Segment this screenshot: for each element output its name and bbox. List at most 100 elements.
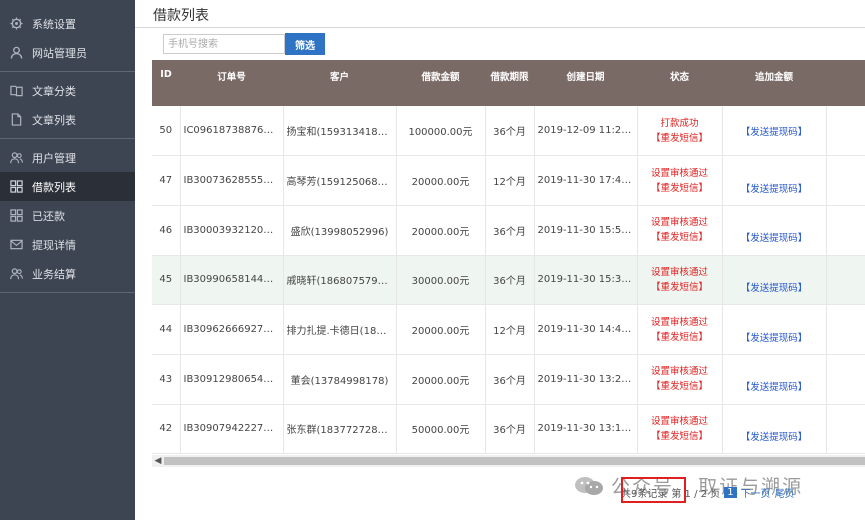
resend-sms-link[interactable]: 【重发短信】 xyxy=(641,330,719,345)
send-code-link[interactable]: 【发送提现码】 xyxy=(741,382,808,393)
send-code-link[interactable]: 【发送提现码】 xyxy=(741,283,808,294)
resend-sms-link[interactable]: 【重发短信】 xyxy=(641,429,719,444)
cell-order: IB30907942227193 xyxy=(180,404,284,455)
cell-op: 元 xyxy=(826,304,865,355)
sidebar-item-withdraw-details[interactable]: 提现详情 xyxy=(0,230,135,259)
gear-icon xyxy=(10,17,23,30)
sidebar-item-system-settings[interactable]: 系统设置 xyxy=(0,9,135,38)
send-code-link[interactable]: 【发送提现码】 xyxy=(741,432,808,443)
cell-status: 设置审核通过 【重发短信】 xyxy=(637,255,723,306)
search-input[interactable] xyxy=(163,34,285,54)
col-header-term: 借款期限 xyxy=(485,60,534,106)
cell-term: 12个月 xyxy=(485,155,535,206)
sidebar-item-label: 用户管理 xyxy=(32,151,76,165)
table-row: 47 IB30073628555888 高琴芳(15912506894) 200… xyxy=(152,155,865,206)
cell-extra: 【发送提现码】 xyxy=(722,255,827,306)
col-header-order: 订单号 xyxy=(180,60,283,106)
status-label: 设置审核通过 xyxy=(650,167,708,179)
cell-status: 设置审核通过 【重发短信】 xyxy=(637,304,723,355)
cell-id: 46 xyxy=(152,205,181,256)
send-code-link[interactable]: 【发送提现码】 xyxy=(741,127,808,138)
resend-sms-link[interactable]: 【重发短信】 xyxy=(641,181,719,196)
sidebar: 系统设置 网站管理员 文章分类 文章列表 用户管理 借款列表 已还款 提现详情 … xyxy=(0,0,135,520)
cell-extra: 【发送提现码】 xyxy=(722,205,827,256)
sidebar-item-label: 系统设置 xyxy=(32,17,76,31)
cell-customer: 董会(13784998178) xyxy=(283,354,397,405)
col-header-date: 创建日期 xyxy=(534,60,637,106)
wechat-icon xyxy=(575,476,603,495)
grid-icon xyxy=(10,209,23,222)
resend-sms-link[interactable]: 【重发短信】 xyxy=(641,280,719,295)
resend-sms-link[interactable]: 【重发短信】 xyxy=(641,131,719,146)
sidebar-item-settlement[interactable]: 业务结算 xyxy=(0,259,135,288)
cell-customer: 扬宝和(15931341891) xyxy=(283,106,397,157)
cell-order: IB30962666927230 xyxy=(180,304,284,355)
mail-icon xyxy=(10,238,23,251)
horizontal-scrollbar[interactable]: ◀ xyxy=(152,455,865,467)
sidebar-group-articles: 文章分类 文章列表 xyxy=(0,72,135,139)
table-row: 43 IB30912980654092 董会(13784998178) 2000… xyxy=(152,354,865,405)
sidebar-item-site-admin[interactable]: 网站管理员 xyxy=(0,38,135,67)
cell-customer: 张东群(18377272825) xyxy=(283,404,397,455)
sidebar-item-article-list[interactable]: 文章列表 xyxy=(0,105,135,134)
cell-date: 2019-12-09 11:24:33 xyxy=(534,106,638,157)
pager-next[interactable]: 下一页 xyxy=(741,485,771,500)
cell-date: 2019-11-30 15:53:13 xyxy=(534,205,638,256)
cell-customer: 高琴芳(15912506894) xyxy=(283,155,397,206)
sidebar-item-user-management[interactable]: 用户管理 xyxy=(0,143,135,172)
cell-amount: 100000.00元 xyxy=(396,106,486,157)
annotation-highlight-box xyxy=(621,477,686,503)
cell-order: IB30990658144133 xyxy=(180,255,284,306)
sidebar-item-label: 文章列表 xyxy=(32,113,76,127)
cell-term: 36个月 xyxy=(485,404,535,455)
send-code-link[interactable]: 【发送提现码】 xyxy=(741,233,808,244)
sidebar-item-label: 借款列表 xyxy=(32,180,76,194)
status-label: 设置审核通过 xyxy=(650,366,708,378)
cell-id: 44 xyxy=(152,304,181,355)
cell-id: 50 xyxy=(152,106,181,157)
cell-extra: 【发送提现码】 xyxy=(722,106,827,157)
col-header-extra: 追加金额 xyxy=(722,60,826,106)
col-header-status: 状态 xyxy=(637,60,722,106)
cell-id: 47 xyxy=(152,155,181,206)
cell-op: 元 xyxy=(826,255,865,306)
send-code-link[interactable]: 【发送提现码】 xyxy=(741,333,808,344)
col-header-amount: 借款金额 xyxy=(396,60,485,106)
send-code-link[interactable]: 【发送提现码】 xyxy=(741,184,808,195)
sidebar-item-article-category[interactable]: 文章分类 xyxy=(0,76,135,105)
sidebar-item-repaid[interactable]: 已还款 xyxy=(0,201,135,230)
cell-order: IC09618738876350 xyxy=(180,106,284,157)
sidebar-item-label: 已还款 xyxy=(32,209,65,223)
sidebar-item-loan-list[interactable]: 借款列表 xyxy=(0,172,135,201)
scroll-left-arrow-icon[interactable]: ◀ xyxy=(152,455,164,467)
table-row: 46 IB30003932120405 盛欣(13998052996) 2000… xyxy=(152,205,865,256)
table-row: 50 IC09618738876350 扬宝和(15931341891) 100… xyxy=(152,106,865,157)
loan-table: ID 订单号 客户 借款金额 借款期限 创建日期 状态 追加金额 操 50 IC… xyxy=(152,60,865,455)
cell-op: 元 xyxy=(826,404,865,455)
col-header-op: 操 xyxy=(826,60,865,106)
table-row: 44 IB30962666927230 排力扎提.卡德日(1844... 200… xyxy=(152,304,865,355)
filter-button[interactable]: 筛选 xyxy=(285,33,325,55)
cell-amount: 20000.00元 xyxy=(396,205,486,256)
resend-sms-link[interactable]: 【重发短信】 xyxy=(641,230,719,245)
cell-order: IB30003932120405 xyxy=(180,205,284,256)
cell-status: 设置审核通过 【重发短信】 xyxy=(637,205,723,256)
cell-amount: 20000.00元 xyxy=(396,304,486,355)
pager-last[interactable]: 尾页 xyxy=(775,485,795,500)
sidebar-group-system: 系统设置 网站管理员 xyxy=(0,0,135,72)
cell-customer: 戚晓轩(18680757909) xyxy=(283,255,397,306)
cell-extra: 【发送提现码】 xyxy=(722,354,827,405)
main-content: 借款列表 筛选 ID 订单号 客户 借款金额 借款期限 创建日期 状态 追加金额… xyxy=(135,0,865,520)
cell-date: 2019-11-30 14:44:26 xyxy=(534,304,638,355)
cell-extra: 【发送提现码】 xyxy=(722,155,827,206)
pager-current-page[interactable]: 1 xyxy=(724,487,737,498)
scrollbar-thumb[interactable] xyxy=(164,457,865,465)
loan-table-container: ID 订单号 客户 借款金额 借款期限 创建日期 状态 追加金额 操 50 IC… xyxy=(152,60,865,455)
book-icon xyxy=(10,84,23,97)
cell-status: 设置审核通过 【重发短信】 xyxy=(637,155,723,206)
cell-id: 42 xyxy=(152,404,181,455)
title-bar: 借款列表 xyxy=(135,0,865,28)
col-header-id: ID xyxy=(152,60,180,106)
status-label: 设置审核通过 xyxy=(650,217,708,229)
resend-sms-link[interactable]: 【重发短信】 xyxy=(641,379,719,394)
